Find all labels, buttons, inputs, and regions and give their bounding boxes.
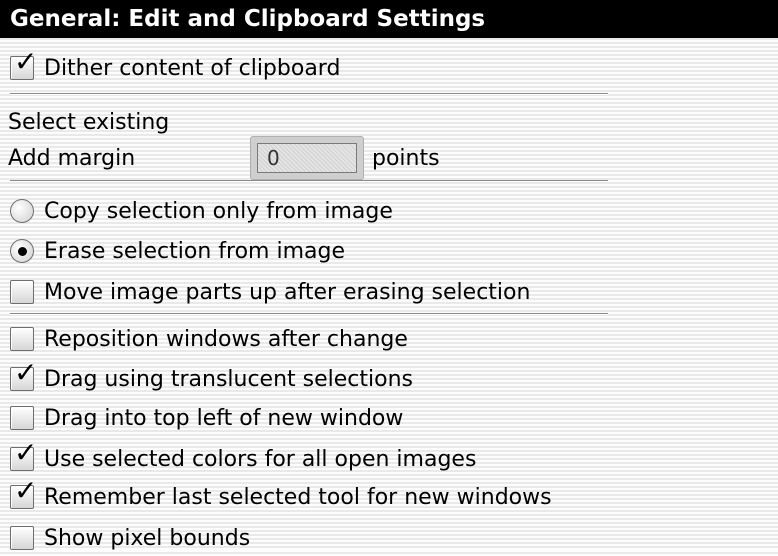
add-margin-row: Add margin: [8, 140, 135, 176]
margin-field-frame: [250, 136, 364, 180]
divider: [10, 180, 608, 182]
erase-selection-radio[interactable]: [10, 239, 34, 263]
selected-colors-checkbox[interactable]: ✓: [10, 439, 37, 471]
remember-tool-checkbox[interactable]: ✓: [10, 477, 37, 509]
reposition-windows-checkbox[interactable]: [10, 327, 34, 351]
add-margin-label: Add margin: [8, 145, 136, 171]
drag-top-left-label: Drag into top left of new window: [44, 405, 404, 431]
erase-selection-label: Erase selection from image: [44, 238, 346, 264]
show-pixel-bounds-checkbox[interactable]: [10, 526, 34, 550]
dither-clipboard-label: Dither content of clipboard: [44, 55, 341, 81]
radio-selected-dot: [17, 246, 27, 256]
checkmark-icon: ✓: [14, 474, 38, 507]
select-existing-label: Select existing: [8, 109, 170, 135]
checkmark-icon: ✓: [14, 356, 38, 389]
divider: [10, 93, 608, 95]
move-parts-label: Move image parts up after erasing select…: [44, 279, 531, 305]
divider: [10, 313, 608, 315]
select-existing-heading: Select existing: [8, 104, 169, 140]
dither-clipboard-checkbox[interactable]: ✓: [10, 48, 37, 80]
points-label: points: [372, 145, 440, 171]
drag-translucent-option[interactable]: ✓ Drag using translucent selections: [10, 359, 413, 397]
copy-selection-radio[interactable]: [10, 199, 34, 223]
checkmark-icon: ✓: [14, 45, 38, 78]
dither-clipboard-option[interactable]: ✓ Dither content of clipboard: [10, 48, 341, 86]
remember-tool-label: Remember last selected tool for new wind…: [44, 484, 552, 510]
show-pixel-bounds-option[interactable]: Show pixel bounds: [10, 520, 250, 556]
erase-selection-option[interactable]: Erase selection from image: [10, 233, 345, 269]
reposition-windows-option[interactable]: Reposition windows after change: [10, 321, 408, 357]
show-pixel-bounds-label: Show pixel bounds: [44, 525, 251, 551]
drag-top-left-checkbox[interactable]: [10, 406, 34, 430]
copy-selection-option[interactable]: Copy selection only from image: [10, 193, 393, 229]
drag-translucent-label: Drag using translucent selections: [44, 366, 413, 392]
reposition-windows-label: Reposition windows after change: [44, 326, 408, 352]
copy-selection-label: Copy selection only from image: [44, 198, 393, 224]
selected-colors-option[interactable]: ✓ Use selected colors for all open image…: [10, 439, 477, 477]
drag-translucent-checkbox[interactable]: ✓: [10, 359, 37, 391]
move-parts-option[interactable]: Move image parts up after erasing select…: [10, 274, 530, 310]
remember-tool-option[interactable]: ✓ Remember last selected tool for new wi…: [10, 477, 552, 515]
drag-top-left-option[interactable]: Drag into top left of new window: [10, 400, 403, 436]
checkmark-icon: ✓: [14, 436, 38, 469]
points-unit: points: [372, 140, 440, 176]
margin-input[interactable]: [257, 143, 357, 173]
move-parts-checkbox[interactable]: [10, 280, 34, 304]
panel-title: General: Edit and Clipboard Settings: [0, 0, 778, 38]
selected-colors-label: Use selected colors for all open images: [44, 446, 477, 472]
